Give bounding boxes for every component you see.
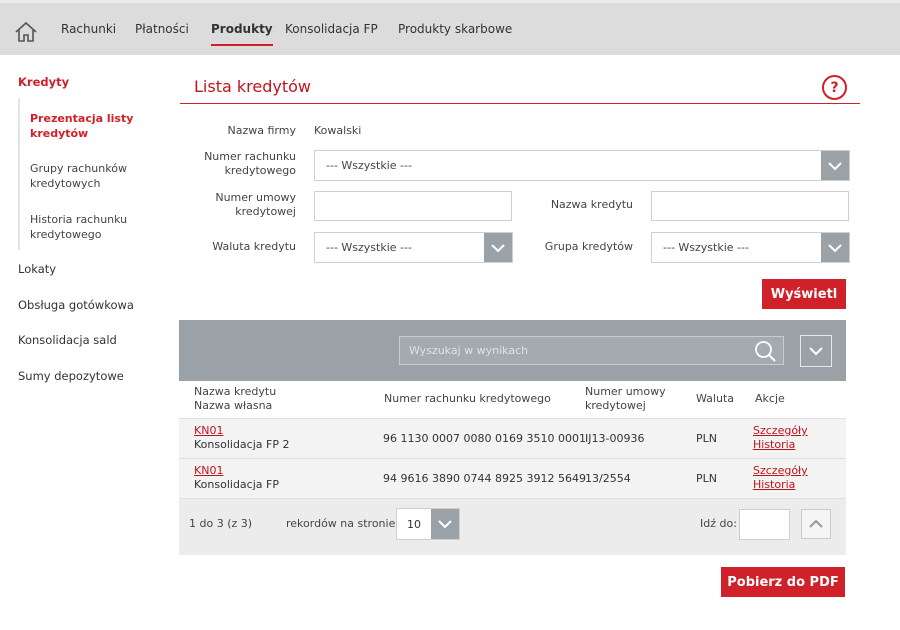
nav-item-konsolidacja-fp[interactable]: Konsolidacja FP (285, 3, 378, 55)
per-page-label: rekordów na stronie (286, 517, 396, 530)
search-icon[interactable] (754, 340, 776, 362)
credit-own-name: Konsolidacja FP 2 (194, 438, 290, 451)
goto-label: Idź do: (700, 517, 737, 530)
details-link[interactable]: Szczegóły (753, 464, 808, 478)
account-number: 96 1130 0007 0080 0169 3510 0001 (383, 432, 586, 445)
sidebar-sub-divider (18, 98, 20, 250)
expand-filters-button[interactable] (800, 335, 832, 367)
top-navigation: Rachunki Płatności Produkty Konsolidacja… (0, 0, 900, 55)
help-icon[interactable]: ? (822, 75, 847, 100)
account-select[interactable]: --- Wszystkie --- (314, 150, 850, 181)
sidebar-category-kredyty[interactable]: Kredyty (18, 75, 69, 89)
column-header-name-line1: Nazwa kredytu (194, 385, 277, 398)
details-link[interactable]: Szczegóły (753, 424, 808, 438)
chevron-down-icon[interactable] (821, 233, 849, 262)
search-placeholder: Wyszukaj w wynikach (409, 344, 529, 357)
group-select-value: --- Wszystkie --- (663, 241, 749, 254)
contract-number: 13/2554 (585, 472, 631, 485)
per-page-select[interactable]: 10 (396, 508, 460, 540)
sidebar-item-konsolidacja-sald[interactable]: Konsolidacja sald (18, 333, 117, 347)
home-icon[interactable] (14, 21, 38, 43)
company-value: Kowalski (314, 124, 362, 137)
scroll-up-button[interactable] (801, 509, 831, 539)
column-header-account[interactable]: Numer rachunku kredytowego (384, 392, 551, 406)
goto-page-input[interactable] (739, 509, 790, 540)
chevron-up-icon (809, 519, 823, 528)
results-search-input[interactable]: Wyszukaj w wynikach (399, 336, 784, 365)
chevron-down-icon (809, 347, 823, 356)
show-button[interactable]: Wyświetl (762, 279, 846, 309)
title-divider (180, 103, 860, 104)
currency-select-value: --- Wszystkie --- (326, 241, 412, 254)
column-header-name[interactable]: Nazwa kredytu Nazwa własna (194, 385, 276, 413)
currency-value: PLN (696, 432, 717, 445)
contract-label: Numer umowy kredytowej (215, 191, 296, 218)
contract-number: IJ13-00936 (585, 432, 645, 445)
history-link[interactable]: Historia (753, 478, 808, 492)
column-header-contract-line2: kredytowej (585, 399, 646, 412)
sidebar-item-prezentacja-listy[interactable]: Prezentacja listy kredytów (30, 111, 160, 141)
table-row: KN01 Konsolidacja FP 2 96 1130 0007 0080… (179, 419, 846, 459)
table-header: Nazwa kredytu Nazwa własna Numer rachunk… (179, 381, 846, 419)
currency-value: PLN (696, 472, 717, 485)
currency-label: Waluta kredytu (212, 240, 296, 253)
column-header-currency[interactable]: Waluta (696, 392, 734, 406)
group-label: Grupa kredytów (544, 240, 633, 253)
chevron-down-icon[interactable] (431, 509, 459, 539)
nav-item-platnosci[interactable]: Płatności (135, 3, 189, 55)
table-row: KN01 Konsolidacja FP 94 9616 3890 0744 8… (179, 459, 846, 499)
download-pdf-button[interactable]: Pobierz do PDF (721, 567, 845, 597)
column-header-contract-line1: Numer umowy (585, 385, 666, 398)
sidebar-item-sumy-depozytowe[interactable]: Sumy depozytowe (18, 369, 124, 383)
chevron-down-icon[interactable] (821, 151, 849, 180)
per-page-value: 10 (407, 518, 421, 531)
credit-code-link[interactable]: KN01 (194, 464, 279, 478)
page-title: Lista kredytów (194, 77, 311, 96)
sidebar-item-lokaty[interactable]: Lokaty (18, 262, 56, 276)
contract-input[interactable] (314, 191, 512, 221)
sidebar-item-grupy-rachunkow[interactable]: Grupy rachunków kredytowych (30, 161, 160, 191)
nav-item-produkty-skarbowe[interactable]: Produkty skarbowe (398, 3, 512, 55)
credit-name-input[interactable] (651, 191, 849, 221)
column-header-name-line2: Nazwa własna (194, 399, 273, 412)
account-number: 94 9616 3890 0744 8925 3912 5649 (383, 472, 586, 485)
chevron-down-icon[interactable] (484, 233, 512, 262)
currency-select[interactable]: --- Wszystkie --- (314, 232, 513, 263)
nav-item-rachunki[interactable]: Rachunki (61, 3, 116, 55)
sidebar-item-obsluga-gotowkowa[interactable]: Obsługa gotówkowa (18, 298, 134, 312)
group-select[interactable]: --- Wszystkie --- (651, 232, 850, 263)
credit-own-name: Konsolidacja FP (194, 478, 279, 491)
account-label: Numer rachunku kredytowego (204, 150, 296, 177)
sidebar-item-historia-rachunku[interactable]: Historia rachunku kredytowego (30, 212, 160, 242)
credit-code-link[interactable]: KN01 (194, 424, 289, 438)
credit-name-label: Nazwa kredytu (550, 198, 633, 211)
account-select-value: --- Wszystkie --- (326, 159, 412, 172)
company-label: Nazwa firmy (227, 124, 296, 137)
column-header-contract[interactable]: Numer umowy kredytowej (585, 385, 666, 413)
pagination-range: 1 do 3 (z 3) (189, 517, 253, 530)
column-header-actions: Akcje (755, 392, 785, 405)
nav-item-produkty[interactable]: Produkty (211, 3, 273, 55)
history-link[interactable]: Historia (753, 438, 808, 452)
